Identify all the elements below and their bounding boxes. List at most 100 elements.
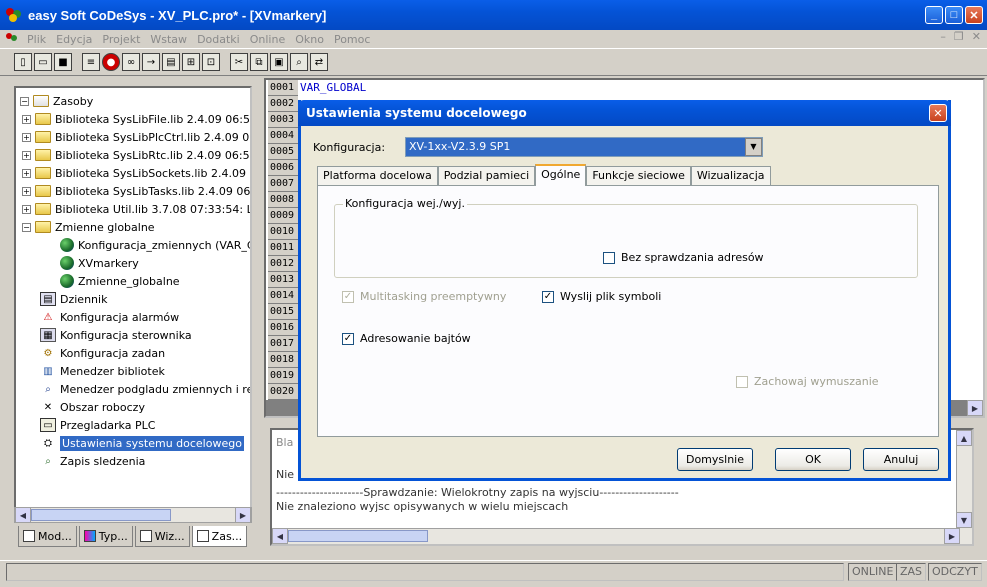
globe-icon [60, 274, 74, 288]
message-line: Bla [276, 436, 294, 449]
code-line[interactable]: VAR_GLOBAL [300, 81, 366, 94]
tab-wizualizacje[interactable]: Wiz... [134, 526, 190, 547]
checkbox-checked-icon[interactable]: ✓ [542, 290, 554, 303]
paste-icon[interactable]: ▣ [270, 53, 288, 71]
tab-podzial-pamieci[interactable]: Podzial pamieci [437, 166, 536, 186]
cut-icon[interactable]: ✂ [230, 53, 248, 71]
cancel-button[interactable]: Anuluj [863, 448, 939, 471]
mdi-minimize-icon[interactable]: – [940, 30, 946, 43]
tree-horizontal-scrollbar[interactable]: ◀ ▶ [14, 507, 252, 523]
checkbox-wyslij-symbole[interactable]: ✓ Wyslij plik symboli [542, 290, 661, 303]
scroll-up-icon[interactable]: ▲ [956, 430, 972, 446]
tree-item-biblioteki[interactable]: ▥ Menedzer bibliotek [40, 362, 165, 380]
messages-horizontal-scrollbar[interactable]: ◀ ▶ [272, 528, 960, 544]
default-button[interactable]: Domyslnie [677, 448, 753, 471]
scroll-right-icon[interactable]: ▶ [967, 400, 983, 416]
tree-item-syslibtasks[interactable]: + Biblioteka SysLibTasks.lib 2.4.09 06 [22, 182, 250, 200]
tree-item-dziennik[interactable]: ▤ Dziennik [40, 290, 107, 308]
collapse-icon[interactable]: − [20, 96, 29, 106]
scroll-thumb[interactable] [288, 530, 428, 542]
checkbox-unchecked-icon[interactable] [603, 251, 615, 264]
expand-icon[interactable]: + [22, 114, 31, 124]
compile-icon[interactable]: ≡ [82, 53, 100, 71]
tab-zasoby[interactable]: Zas... [191, 526, 248, 547]
tab-platforma[interactable]: Platforma docelowa [317, 166, 438, 186]
scroll-right-icon[interactable]: ▶ [235, 507, 251, 523]
tree-item-zadania[interactable]: ⚙ Konfiguracja zadan [40, 344, 166, 362]
menu-online[interactable]: Online [245, 33, 290, 46]
tree-item-syslibfile[interactable]: + Biblioteka SysLibFile.lib 2.4.09 06:5 [22, 110, 250, 128]
tree-item-ustawienia[interactable]: ⛭ Ustawienia systemu docelowego [40, 434, 244, 452]
checkbox-checked-icon[interactable]: ✓ [342, 332, 354, 345]
scroll-left-icon[interactable]: ◀ [15, 507, 31, 523]
ok-button[interactable]: OK [775, 448, 851, 471]
chevron-down-icon[interactable]: ▼ [745, 138, 762, 156]
tree-item-util[interactable]: + Biblioteka Util.lib 3.7.08 07:33:54: L [22, 200, 250, 218]
scroll-down-icon[interactable]: ▼ [956, 512, 972, 528]
maximize-button[interactable]: □ [945, 6, 963, 24]
message-line: Nie znaleziono wyjsc opisywanych w wielu… [276, 500, 569, 513]
tree-item-alarmy[interactable]: ⚠ Konfiguracja alarmów [40, 308, 180, 326]
tree-item-syslibplcctrl[interactable]: + Biblioteka SysLibPlcCtrl.lib 2.4.09 06 [22, 128, 250, 146]
tree-root[interactable]: − Zasoby [20, 92, 93, 110]
expand-icon[interactable]: + [22, 204, 31, 214]
expand-icon[interactable]: + [22, 150, 31, 160]
expand-icon[interactable]: + [22, 186, 31, 196]
config-select[interactable]: XV-1xx-V2.3.9 SP1 ▼ [405, 137, 763, 157]
menu-okno[interactable]: Okno [290, 33, 329, 46]
messages-vertical-scrollbar[interactable]: ▲ ▼ [956, 430, 972, 544]
title-bar[interactable]: easy Soft CoDeSys - XV_PLC.pro* - [XVmar… [0, 0, 987, 30]
tab-moduly[interactable]: Mod... [18, 526, 77, 547]
menu-projekt[interactable]: Projekt [97, 33, 145, 46]
checkbox-bez-sprawdzania[interactable]: Bez sprawdzania adresów [603, 251, 764, 264]
open-icon[interactable]: ▭ [34, 53, 52, 71]
link-icon[interactable]: ∞ [122, 53, 140, 71]
tree-item-obszar[interactable]: ✕ Obszar roboczy [40, 398, 145, 416]
tree-item-zapis[interactable]: ⌕ Zapis sledzenia [40, 452, 145, 470]
tab-funkcje-sieciowe[interactable]: Funkcje sieciowe [586, 166, 691, 186]
step-icon[interactable]: → [142, 53, 160, 71]
scroll-right-icon[interactable]: ▶ [944, 528, 960, 544]
checkbox-adresowanie-bajtow[interactable]: ✓ Adresowanie bajtów [342, 332, 471, 345]
scroll-left-icon[interactable]: ◀ [272, 528, 288, 544]
watch-icon[interactable]: ⊡ [202, 53, 220, 71]
menu-pomoc[interactable]: Pomoc [329, 33, 375, 46]
tab-typy[interactable]: Typ... [78, 526, 133, 547]
collapse-icon[interactable]: − [22, 222, 31, 232]
expand-icon[interactable]: + [22, 168, 31, 178]
stop-icon[interactable]: ● [102, 53, 120, 71]
tab-ogolne[interactable]: Ogólne [535, 164, 587, 186]
tree-item-syslibsockets[interactable]: + Biblioteka SysLibSockets.lib 2.4.09 0 [22, 164, 250, 182]
mdi-restore-icon[interactable]: ❐ [954, 30, 964, 43]
close-button[interactable]: ✕ [965, 6, 983, 24]
copy-icon[interactable]: ⧉ [250, 53, 268, 71]
minimize-button[interactable]: _ [925, 6, 943, 24]
mdi-close-icon[interactable]: ✕ [972, 30, 981, 43]
save-icon[interactable]: ■ [54, 53, 72, 71]
breakpoint-icon[interactable]: ⊞ [182, 53, 200, 71]
replace-icon[interactable]: ⇄ [310, 53, 328, 71]
resources-icon [196, 530, 209, 542]
resource-tree[interactable]: − Zasoby + Biblioteka SysLibFile.lib 2.4… [14, 86, 252, 523]
scroll-thumb[interactable] [31, 509, 171, 521]
menu-plik[interactable]: Plik [22, 33, 51, 46]
menu-wstaw[interactable]: Wstaw [145, 33, 192, 46]
tree-item-konfiguracja-zmiennych[interactable]: Konfiguracja_zmiennych (VAR_C [60, 236, 250, 254]
tree-item-przegladarka[interactable]: ▭ Przegladarka PLC [40, 416, 155, 434]
menu-dodatki[interactable]: Dodatki [192, 33, 245, 46]
dialog-title-bar[interactable]: Ustawienia systemu docelowego ✕ [298, 100, 951, 126]
tree-item-zmienne-globalne[interactable]: − Zmienne globalne [22, 218, 155, 236]
tree-item-syslibrtc[interactable]: + Biblioteka SysLibRtc.lib 2.4.09 06:54 [22, 146, 250, 164]
tab-wizualizacja[interactable]: Wizualizacja [690, 166, 771, 186]
menu-edycja[interactable]: Edycja [51, 33, 97, 46]
new-icon[interactable]: ▯ [14, 53, 32, 71]
monitor-icon[interactable]: ▤ [162, 53, 180, 71]
tree-item-xvmarkery[interactable]: XVmarkery [60, 254, 139, 272]
tree-item-sterownik[interactable]: ▦ Konfiguracja sterownika [40, 326, 192, 344]
dialog-close-icon[interactable]: ✕ [929, 104, 947, 122]
expand-icon[interactable]: + [22, 132, 31, 142]
browser-icon: ▭ [40, 418, 56, 432]
tree-item-zmienne-globalne-var[interactable]: Zmienne_globalne [60, 272, 180, 290]
find-icon[interactable]: ⌕ [290, 53, 308, 71]
tree-item-podglad[interactable]: ⌕ Menedzer podgladu zmiennych i recep [40, 380, 250, 398]
